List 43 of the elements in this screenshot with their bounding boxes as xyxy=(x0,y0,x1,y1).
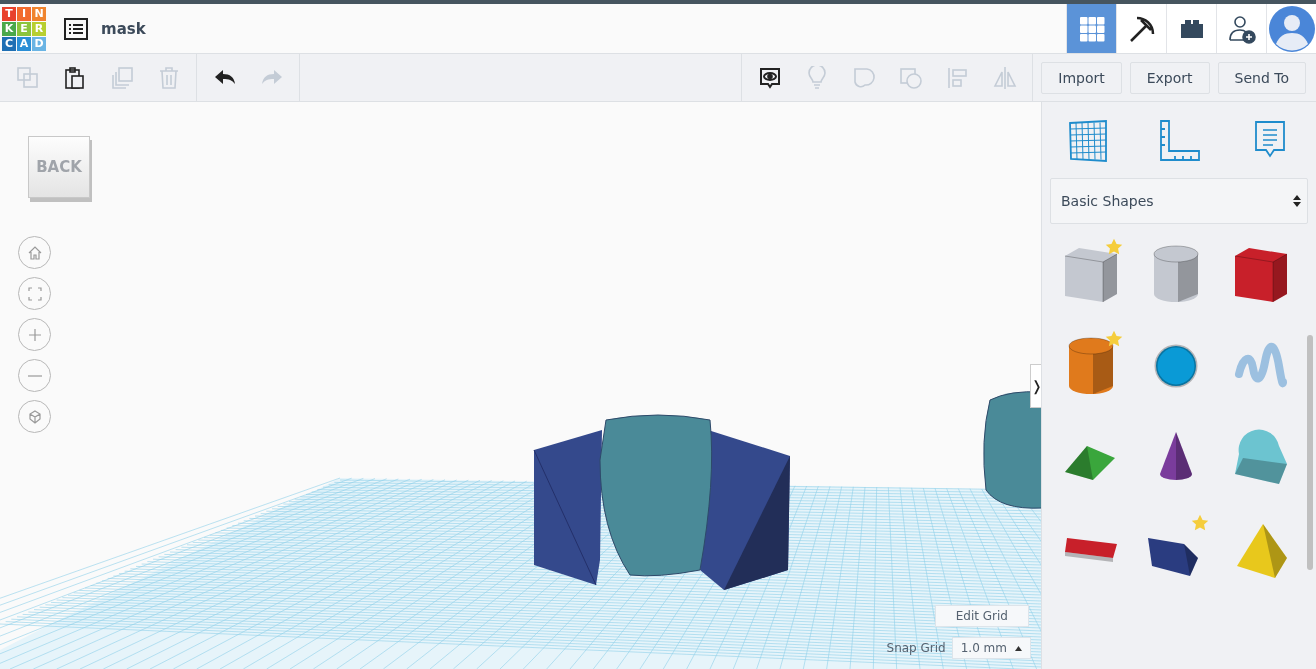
action-button[interactable]: Import xyxy=(1041,61,1122,94)
panel-toggle-button[interactable]: ❭ xyxy=(1030,364,1041,408)
avatar-icon xyxy=(1268,5,1315,52)
view-control-button[interactable] xyxy=(18,236,51,269)
ungroup-icon xyxy=(898,65,923,90)
view-control-button[interactable] xyxy=(18,277,51,310)
group-icon xyxy=(851,65,876,90)
scrollbar[interactable] xyxy=(1307,335,1313,570)
edit-grid-button[interactable]: Edit Grid xyxy=(934,605,1029,627)
list-icon xyxy=(63,17,88,40)
snap-grid-label: Snap Grid xyxy=(886,641,946,655)
sort-caret-icon xyxy=(1293,194,1301,208)
nav-tab[interactable] xyxy=(1166,4,1216,53)
avatar-button[interactable] xyxy=(1266,4,1316,53)
copy-icon xyxy=(15,65,40,90)
fit-view-icon xyxy=(26,285,43,302)
nav-tab[interactable] xyxy=(1116,4,1166,53)
notes-icon xyxy=(757,65,782,90)
nav-tab[interactable] xyxy=(1216,4,1266,53)
add-user-icon xyxy=(1226,13,1257,44)
view-control-button[interactable] xyxy=(18,400,51,433)
text-shape-icon xyxy=(1062,536,1119,564)
action-button[interactable]: Send To xyxy=(1217,61,1306,94)
zoom-in-icon xyxy=(26,326,43,343)
caret-icon xyxy=(1015,645,1022,651)
logo[interactable]: T I N K E R C A D xyxy=(2,6,46,51)
star-icon xyxy=(1105,238,1124,256)
snap-grid-select[interactable]: 1.0 mm xyxy=(951,637,1031,659)
paste-icon xyxy=(62,65,87,90)
ruler-icon xyxy=(1157,119,1201,163)
mirror-icon xyxy=(992,65,1017,90)
star-icon xyxy=(1190,514,1209,532)
home-icon xyxy=(26,244,43,261)
design-title[interactable]: mask xyxy=(101,19,146,38)
align-icon xyxy=(945,65,970,90)
cube-icon xyxy=(26,408,43,425)
shape-library-dropdown[interactable]: Basic Shapes xyxy=(1050,178,1308,224)
zoom-out-icon xyxy=(26,374,43,377)
view-control-button[interactable] xyxy=(18,359,51,392)
view-control-button[interactable] xyxy=(18,318,51,351)
action-button[interactable]: Export xyxy=(1129,61,1210,94)
star-icon xyxy=(1105,330,1124,348)
duplicate-icon xyxy=(109,65,134,90)
